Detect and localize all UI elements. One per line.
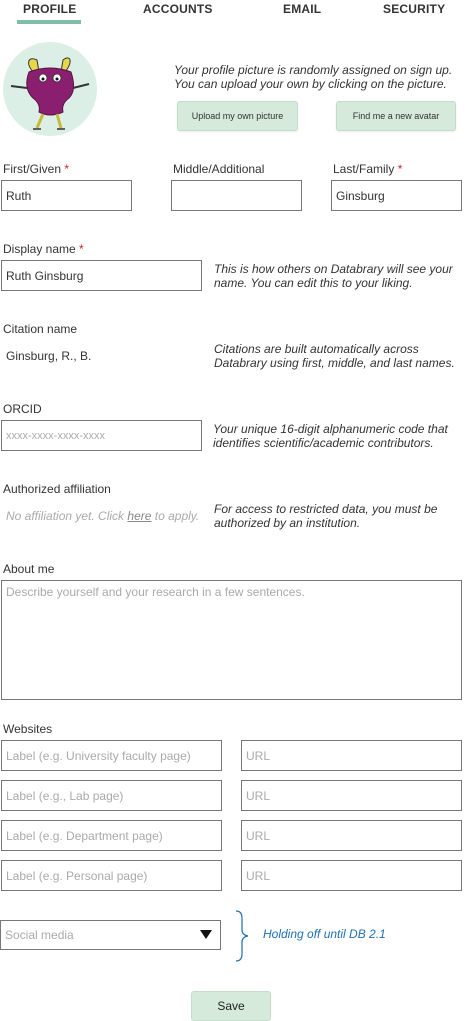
tab-accounts[interactable]: ACCOUNTS xyxy=(143,2,213,16)
tab-security[interactable]: SECURITY xyxy=(383,2,445,16)
active-tab-indicator xyxy=(17,20,81,24)
tab-email[interactable]: EMAIL xyxy=(283,2,321,16)
new-avatar-button[interactable]: Find me a new avatar xyxy=(336,101,456,131)
tab-profile[interactable]: PROFILE xyxy=(23,2,76,16)
social-media-note: Holding off until DB 2.1 xyxy=(263,927,386,941)
last-name-field[interactable]: Ginsburg xyxy=(331,180,462,211)
website-label-field[interactable]: Label (e.g., Lab page) xyxy=(1,780,222,811)
about-me-textarea[interactable]: Describe yourself and your research in a… xyxy=(1,580,462,700)
citation-name-label: Citation name xyxy=(3,322,78,336)
website-label-field[interactable]: Label (e.g. Personal page) xyxy=(1,860,222,891)
orcid-label: ORCID xyxy=(3,402,42,416)
orcid-note: Your unique 16-digit alphanumeric code t… xyxy=(213,422,448,450)
monster-avatar-icon xyxy=(10,57,90,130)
affiliation-label: Authorized affiliation xyxy=(3,482,111,496)
first-name-field[interactable]: Ruth xyxy=(1,180,132,211)
required-mark: * xyxy=(79,242,84,256)
upload-picture-button[interactable]: Upload my own picture xyxy=(177,101,298,131)
affiliation-note: For access to restricted data, you must … xyxy=(214,502,438,530)
save-button[interactable]: Save xyxy=(191,991,271,1021)
social-media-placeholder: Social media xyxy=(5,928,74,942)
dropdown-arrow-icon xyxy=(200,930,212,939)
brace-icon xyxy=(235,910,249,962)
last-name-label: Last/Family * xyxy=(333,162,403,176)
website-url-field[interactable]: URL xyxy=(241,740,462,771)
website-label-field[interactable]: Label (e.g. Department page) xyxy=(1,820,222,851)
website-url-field[interactable]: URL xyxy=(241,780,462,811)
avatar[interactable] xyxy=(3,42,97,136)
display-name-label: Display name * xyxy=(3,242,84,256)
affiliation-apply-link[interactable]: here xyxy=(127,509,151,523)
required-mark: * xyxy=(397,162,403,176)
website-url-field[interactable]: URL xyxy=(241,860,462,891)
first-name-label: First/Given * xyxy=(3,162,70,176)
websites-label: Websites xyxy=(3,722,53,736)
citation-note: Citations are built automatically across… xyxy=(214,342,455,370)
required-mark: * xyxy=(64,162,70,176)
middle-name-label: Middle/Additional xyxy=(173,162,265,176)
about-me-label: About me xyxy=(3,562,55,576)
website-url-field[interactable]: URL xyxy=(241,820,462,851)
display-name-note: This is how others on Databrary will see… xyxy=(214,262,453,290)
citation-name-value: Ginsburg, R., B. xyxy=(6,349,92,363)
orcid-field[interactable]: xxxx-xxxx-xxxx-xxxx xyxy=(1,420,202,451)
middle-name-field[interactable] xyxy=(171,180,302,211)
social-media-select[interactable]: Social media xyxy=(0,920,221,950)
display-name-field[interactable]: Ruth Ginsburg xyxy=(1,260,202,291)
avatar-note: Your profile picture is randomly assigne… xyxy=(174,63,453,91)
affiliation-empty-text: No affiliation yet. Click here to apply. xyxy=(6,509,200,523)
website-label-field[interactable]: Label (e.g. University faculty page) xyxy=(1,740,222,771)
